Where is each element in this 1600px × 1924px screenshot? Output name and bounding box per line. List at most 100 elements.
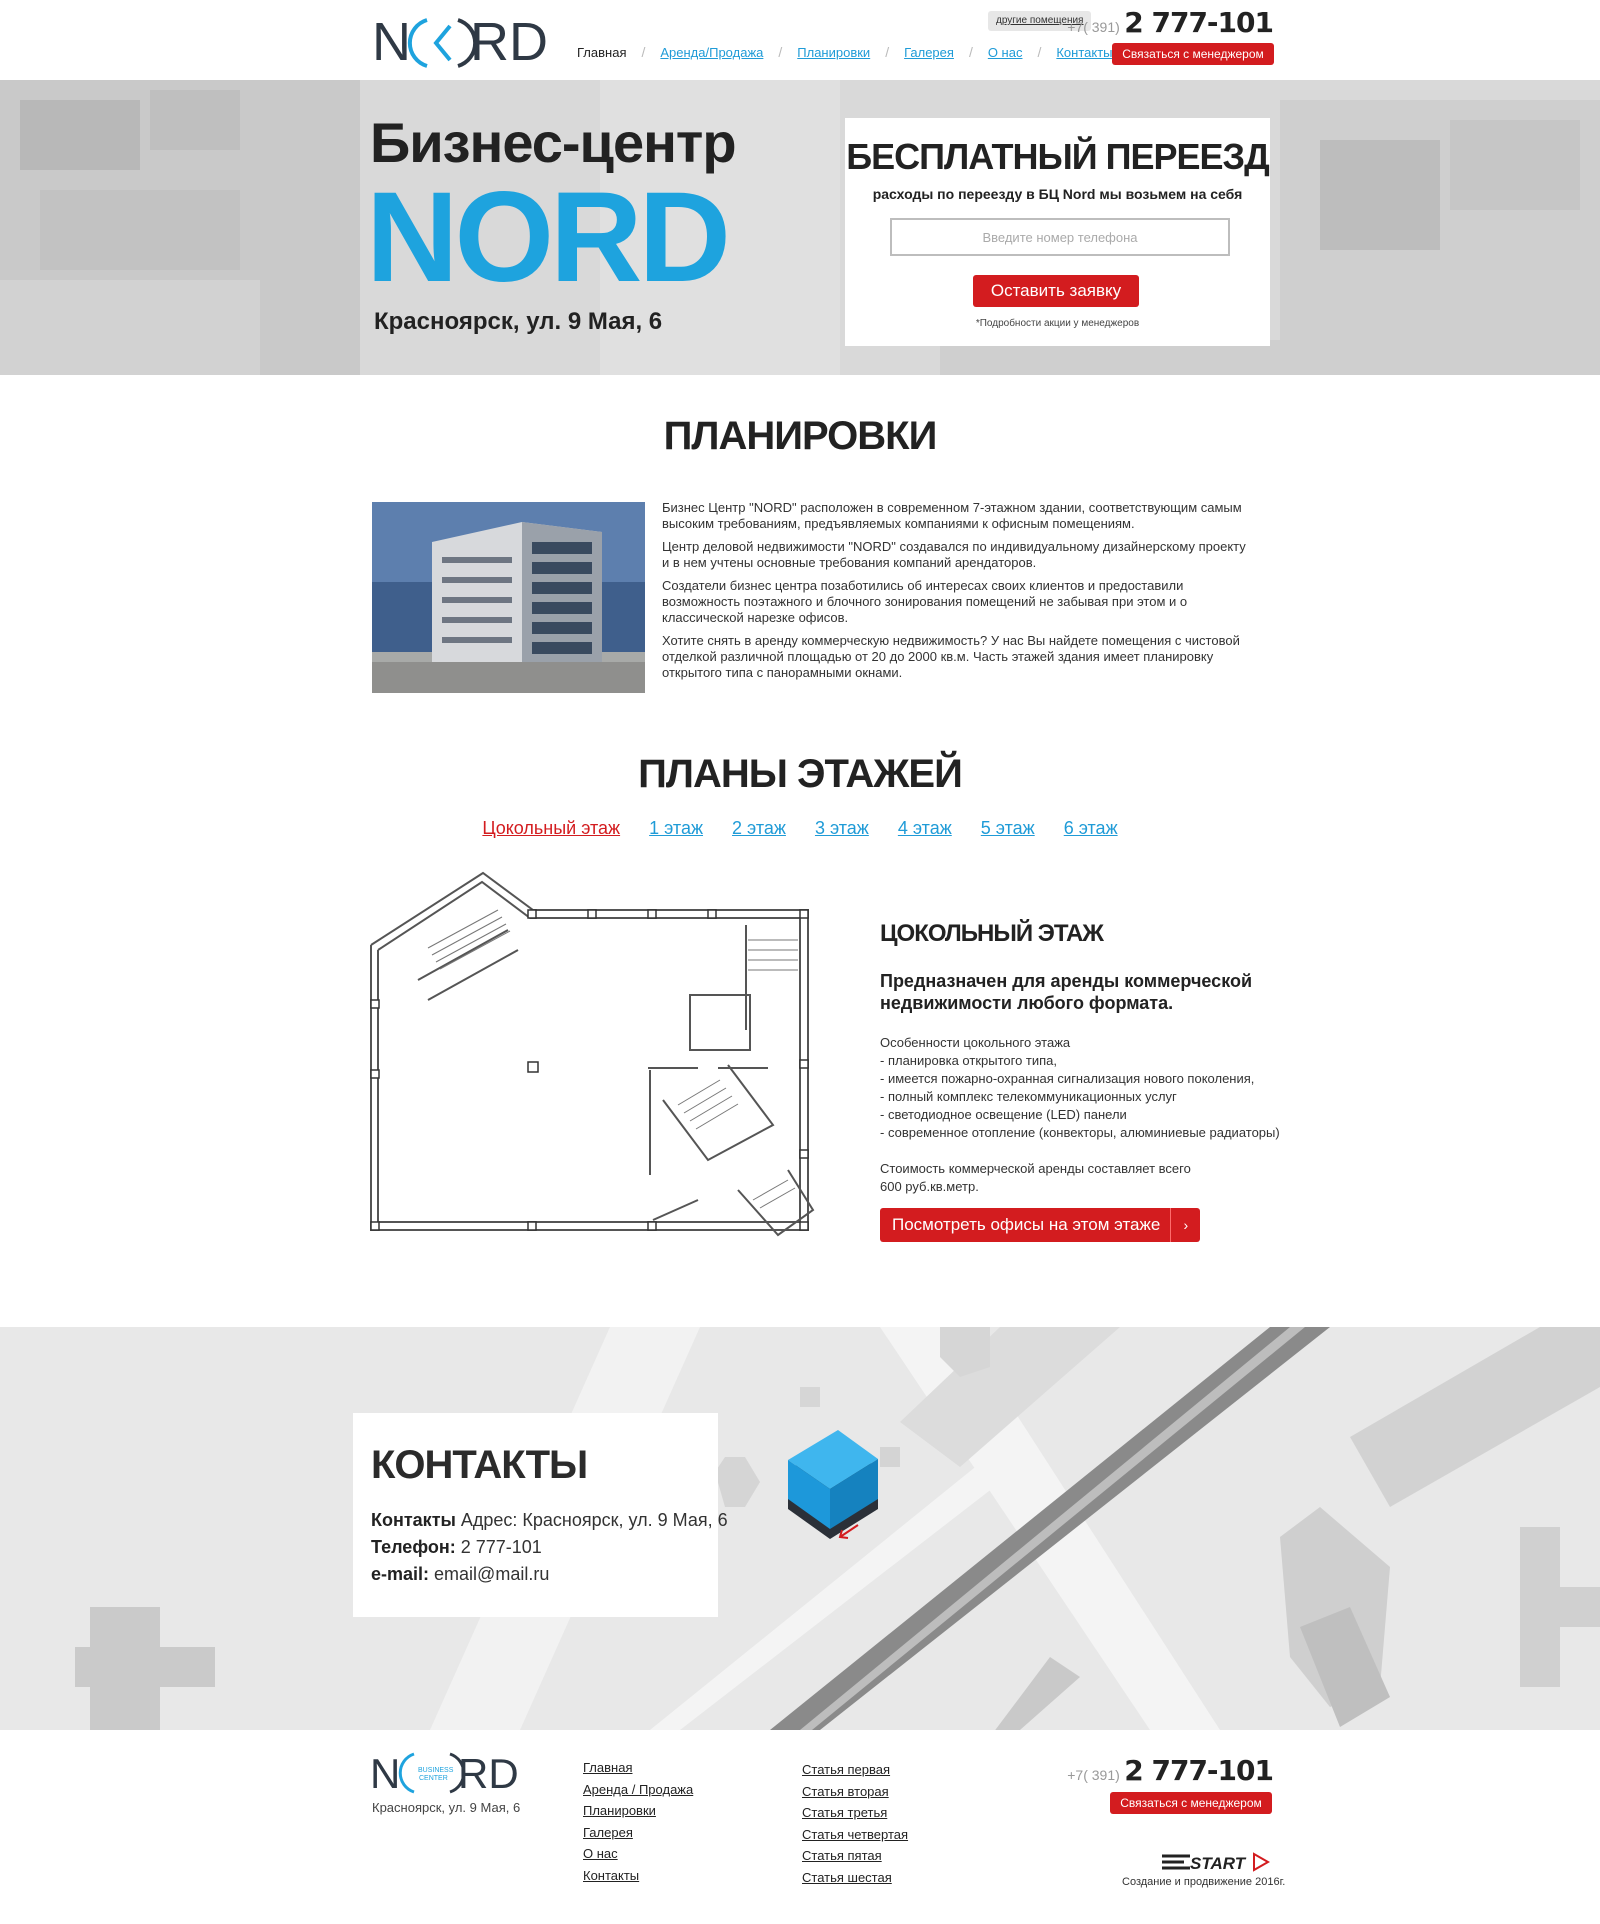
svg-text:N: N — [370, 1750, 400, 1797]
features-heading: Особенности цокольного этажа — [880, 1035, 1071, 1050]
footer-phone[interactable]: +7( 391) 2 777-101 — [1067, 1754, 1274, 1787]
chevron-right-icon: › — [1170, 1208, 1200, 1242]
site-footer: N BUSINESS CENTER RD Красноярск, ул. 9 М… — [0, 1730, 1600, 1924]
start-studio-logo[interactable]: START — [1160, 1850, 1270, 1874]
email-value[interactable]: email@mail.ru — [429, 1564, 549, 1584]
hero-banner: Бизнес-центр NORD Красноярск, ул. 9 Мая,… — [0, 80, 1600, 375]
nav-about[interactable]: О нас — [988, 45, 1023, 60]
footer-link[interactable]: Главная — [583, 1757, 693, 1779]
map-image — [0, 1327, 1600, 1730]
footer-link[interactable]: Аренда / Продажа — [583, 1779, 693, 1801]
footer-article-link[interactable]: Статья третья — [802, 1802, 908, 1824]
view-offices-button[interactable]: Посмотреть офисы на этом этаже › — [880, 1208, 1201, 1242]
svg-text:N: N — [372, 12, 411, 72]
price-line: Стоимость коммерческой аренды составляет… — [880, 1161, 1191, 1176]
price-line: 600 руб.кв.метр. — [880, 1179, 979, 1194]
phone-label: Телефон: — [371, 1537, 456, 1557]
svg-text:CENTER: CENTER — [419, 1775, 448, 1782]
floors-title: ПЛАНЫ ЭТАЖЕЙ — [638, 752, 963, 796]
nord-logo[interactable]: N RD — [372, 10, 562, 74]
footer-contact-manager-button[interactable]: Связаться с менеджером — [1110, 1792, 1272, 1814]
svg-text:RD: RD — [470, 12, 548, 72]
feature-item: - планировка открытого типа, — [880, 1053, 1058, 1068]
contact-email: e-mail: email@mail.ru — [371, 1561, 728, 1588]
contact-address: Контакты Адрес: Красноярск, ул. 9 Мая, 6 — [371, 1507, 728, 1534]
plans-paragraph: Создатели бизнес центра позаботились об … — [662, 578, 1188, 625]
feature-item: - светодиодное освещение (LED) панели — [880, 1107, 1127, 1122]
footer-articles: Статья первая Статья вторая Статья треть… — [802, 1759, 908, 1888]
contact-phone: Телефон: 2 777-101 — [371, 1534, 728, 1561]
nav-plans[interactable]: Планировки — [797, 45, 870, 60]
footer-logo[interactable]: N BUSINESS CENTER RD — [370, 1748, 520, 1798]
svg-text:BUSINESS: BUSINESS — [418, 1767, 454, 1774]
footer-link[interactable]: Галерея — [583, 1822, 693, 1844]
office-background-image — [0, 80, 1600, 375]
tab-floor-2[interactable]: 2 этаж — [732, 818, 786, 838]
floor-plan-drawing — [370, 871, 815, 1237]
plans-description: Бизнес Центр "NORD" расположен в совреме… — [662, 500, 1252, 688]
phone-value[interactable]: 2 777-101 — [456, 1537, 542, 1557]
footer-article-link[interactable]: Статья вторая — [802, 1781, 908, 1803]
hero-address: Красноярск, ул. 9 Мая, 6 — [374, 308, 663, 335]
floor-lead: Предназначен для аренды коммерческой нед… — [880, 971, 1253, 1013]
phone-number: 2 777-101 — [1124, 1754, 1274, 1787]
main-nav: Главная / Аренда/Продажа / Планировки / … — [577, 44, 1113, 60]
promo-title: БЕСПЛАТНЫЙ ПЕРЕЕЗД — [846, 136, 1269, 177]
feature-item: - полный комплекс телекоммуникационных у… — [880, 1089, 1177, 1104]
contacts-list: Контакты Адрес: Красноярск, ул. 9 Мая, 6… — [371, 1507, 728, 1588]
tab-floor-6[interactable]: 6 этаж — [1064, 818, 1118, 838]
feature-item: - имеется пожарно-охранная сигнализация … — [880, 1071, 1255, 1086]
view-offices-label: Посмотреть офисы на этом этаже — [892, 1215, 1161, 1234]
free-move-form: БЕСПЛАТНЫЙ ПЕРЕЕЗД расходы по переезду в… — [845, 118, 1270, 346]
footer-address: Красноярск, ул. 9 Мая, 6 — [372, 1800, 521, 1815]
hero-brand: NORD — [366, 166, 731, 309]
nav-separator: / — [885, 44, 890, 60]
tab-floor-4[interactable]: 4 этаж — [898, 818, 952, 838]
tab-floor-5[interactable]: 5 этаж — [981, 818, 1035, 838]
nav-rent-sale[interactable]: Аренда/Продажа — [660, 45, 763, 60]
email-label: e-mail: — [371, 1564, 430, 1584]
footer-article-link[interactable]: Статья четвертая — [802, 1824, 908, 1846]
footer-link[interactable]: Контакты — [583, 1865, 693, 1887]
header-phone[interactable]: +7( 391) 2 777-101 — [1067, 6, 1274, 39]
contacts-card: КОНТАКТЫ Контакты Адрес: Красноярск, ул.… — [353, 1413, 728, 1617]
floor-tabs: Цокольный этаж 1 этаж 2 этаж 3 этаж 4 эт… — [0, 818, 1600, 839]
phone-prefix: +7( 391) — [1067, 19, 1120, 35]
footer-link[interactable]: О нас — [583, 1843, 693, 1865]
contact-manager-button[interactable]: Связаться с менеджером — [1112, 43, 1274, 65]
svg-text:START: START — [1190, 1854, 1247, 1873]
site-header: N RD Главная / Аренда/Продажа / Планиров… — [0, 0, 1600, 80]
promo-note: *Подробности акции у менеджеров — [975, 318, 1140, 329]
nav-separator: / — [1037, 44, 1042, 60]
footer-link[interactable]: Планировки — [583, 1800, 693, 1822]
footer-article-link[interactable]: Статья первая — [802, 1759, 908, 1781]
tab-basement[interactable]: Цокольный этаж — [482, 818, 620, 838]
floor-title: ЦОКОЛЬНЫЙ ЭТАЖ — [880, 920, 1104, 947]
nav-home[interactable]: Главная — [577, 45, 626, 60]
developer-credit: Создание и продвижение 2016г. — [1122, 1876, 1286, 1888]
nav-separator: / — [968, 44, 973, 60]
plans-title: ПЛАНИРОВКИ — [663, 414, 938, 458]
floor-info: ЦОКОЛЬНЫЙ ЭТАЖ Предназначен для аренды к… — [880, 920, 1300, 1196]
floor-features: Особенности цокольного этажа - планировк… — [880, 1034, 1300, 1142]
address-label: Контакты — [371, 1510, 456, 1530]
nav-separator: / — [641, 44, 646, 60]
tab-floor-3[interactable]: 3 этаж — [815, 818, 869, 838]
plans-paragraph: Бизнес Центр "NORD" расположен в совреме… — [662, 500, 1242, 531]
contacts-title: КОНТАКТЫ — [371, 1443, 588, 1487]
location-map[interactable]: КОНТАКТЫ Контакты Адрес: Красноярск, ул.… — [0, 1327, 1600, 1730]
footer-article-link[interactable]: Статья пятая — [802, 1845, 908, 1867]
footer-article-link[interactable]: Статья шестая — [802, 1867, 908, 1889]
plans-paragraph: Центр деловой недвижимости "NORD" создав… — [662, 539, 1246, 570]
feature-item: - современное отопление (конвекторы, алю… — [880, 1125, 1280, 1140]
nav-contacts[interactable]: Контакты — [1056, 45, 1112, 60]
phone-prefix: +7( 391) — [1067, 1767, 1120, 1783]
building-photo — [372, 502, 645, 693]
promo-subtitle: расходы по переезду в БЦ Nord мы возьмем… — [872, 186, 1243, 202]
nav-separator: / — [778, 44, 783, 60]
phone-input[interactable] — [890, 218, 1230, 256]
floor-price: Стоимость коммерческой аренды составляет… — [880, 1160, 1300, 1196]
nav-gallery[interactable]: Галерея — [904, 45, 954, 60]
tab-floor-1[interactable]: 1 этаж — [649, 818, 703, 838]
submit-request-button[interactable]: Оставить заявку — [973, 275, 1139, 307]
